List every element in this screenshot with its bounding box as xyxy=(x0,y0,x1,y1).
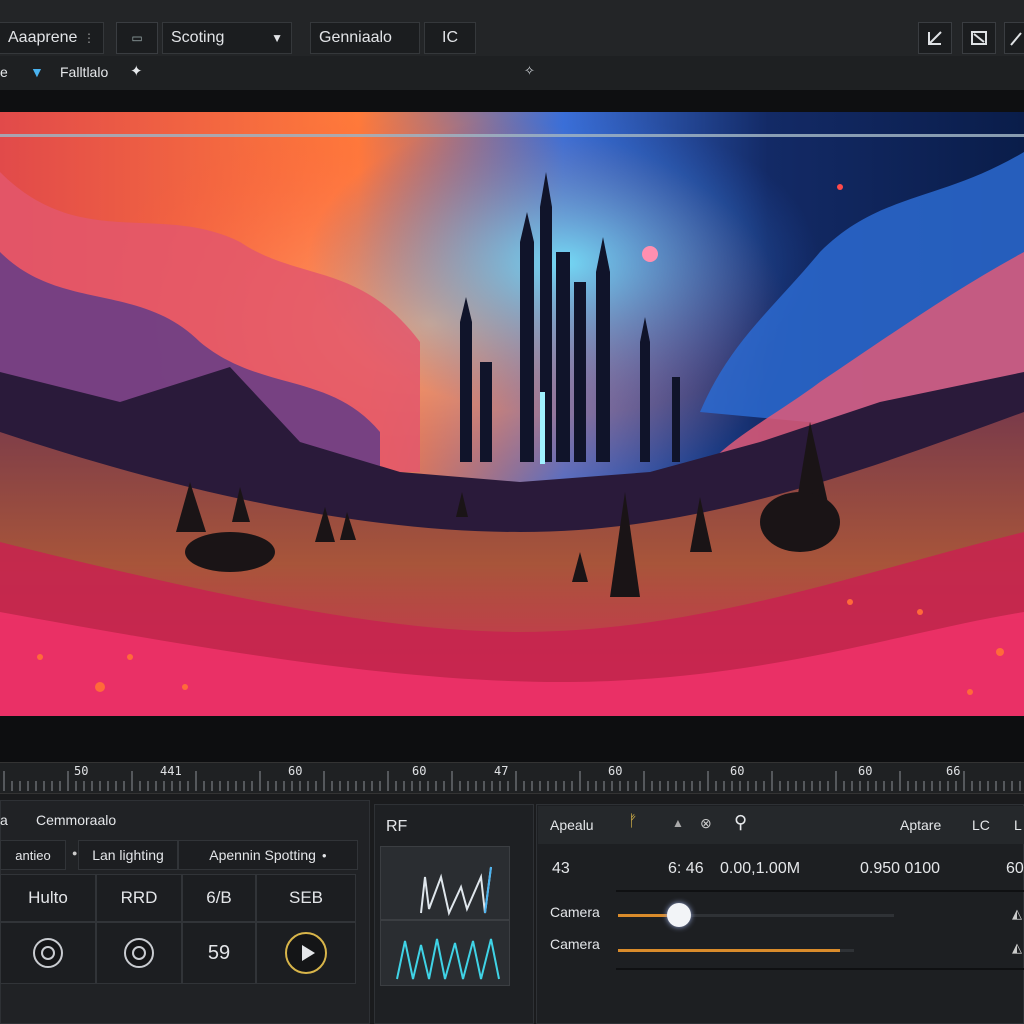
tab-auto[interactable]: antieo xyxy=(0,840,66,870)
eye-icon[interactable]: ⊗ xyxy=(700,815,712,832)
waveform-bottom-graph xyxy=(396,938,500,980)
tab-auto-label: antieo xyxy=(15,847,51,863)
waveform-bottom xyxy=(380,920,510,986)
filter-button[interactable]: Falltlalo xyxy=(60,64,108,80)
grid-header-2: RRD xyxy=(96,874,182,922)
dot-icon: ● xyxy=(321,850,327,860)
ruler-label: 60 xyxy=(608,764,623,778)
crop-icon xyxy=(928,31,942,45)
slider-1-label: Camera xyxy=(550,904,600,920)
grid-header-3-label: 6/B xyxy=(206,888,232,907)
subbar-left-label: e xyxy=(0,64,8,80)
tab-lighting[interactable]: Lan lighting xyxy=(78,840,178,870)
ruler-label: 60 xyxy=(412,764,427,778)
divider xyxy=(616,968,1024,970)
waveform-top-graph xyxy=(420,866,492,917)
record-button[interactable] xyxy=(33,938,63,968)
tab-lighting-label: Lan lighting xyxy=(92,847,164,863)
pin-icon[interactable]: ⚲ xyxy=(734,812,747,833)
viewport-frame-bottom xyxy=(0,716,1024,762)
brush-icon[interactable]: ᚠ xyxy=(628,813,638,831)
ruler-label: 60 xyxy=(858,764,873,778)
grid-header-3: 6/B xyxy=(182,874,256,922)
viewport-canvas[interactable] xyxy=(0,112,1024,716)
more-icon: ⋮ xyxy=(83,31,95,45)
triangle-icon[interactable]: ▲ xyxy=(672,816,684,830)
grid-header-1: Hulto xyxy=(0,874,96,922)
settings-tool-button[interactable] xyxy=(1004,22,1024,54)
camera-icon-button[interactable]: ▭ xyxy=(116,22,158,54)
ruler-label: 47 xyxy=(494,764,509,778)
app-name-field[interactable]: Aaaprene ⋮ xyxy=(0,22,104,54)
viewport-frame-top xyxy=(0,90,1024,112)
triangle-down-icon[interactable]: ▼ xyxy=(30,64,44,80)
keyframe-icon[interactable]: ◭ xyxy=(1012,940,1022,956)
tab-mode[interactable]: Genniaalo xyxy=(310,22,420,54)
frame-tool-button[interactable] xyxy=(962,22,996,54)
slider-1-thumb[interactable] xyxy=(666,903,691,927)
value-mid: 6: 46 xyxy=(668,860,704,877)
crop-tool-button[interactable] xyxy=(918,22,952,54)
value-left: 43 xyxy=(552,860,570,877)
grid-cell-2 xyxy=(96,922,182,984)
tab-zoom[interactable]: IC xyxy=(424,22,476,54)
parameter-panel-title: Apealu xyxy=(550,817,594,833)
rf-panel-title: RF xyxy=(386,818,408,835)
panel-title: Cemmoraalo xyxy=(36,812,117,828)
dot-icon: ● xyxy=(72,848,78,858)
parameter-panel-header xyxy=(538,806,1024,844)
aptare-label: Aptare xyxy=(900,817,942,833)
grid-header-2-label: RRD xyxy=(120,888,158,907)
ruler-label: 50 xyxy=(74,764,89,778)
preset-select-value: Scoting xyxy=(171,29,225,46)
tab-mode-label: Genniaalo xyxy=(319,29,392,46)
value-readout: 59 xyxy=(207,941,231,964)
camera-icon: ▭ xyxy=(131,31,143,45)
grid-cell-1 xyxy=(0,922,96,984)
fantasy-landscape-image xyxy=(0,112,1024,716)
chevron-down-icon: ▼ xyxy=(271,31,283,45)
value-far: 60 xyxy=(1006,860,1024,877)
value-mid-2: 0.00,1.00M xyxy=(720,860,801,877)
grid-header-4: SEB xyxy=(256,874,356,922)
grid-cell-3: 59 xyxy=(182,922,256,984)
ruler-label: 60 xyxy=(730,764,745,778)
ruler-label: 441 xyxy=(160,764,182,778)
tab-zoom-label: IC xyxy=(442,29,458,46)
cursor-icon[interactable]: ✧ xyxy=(524,63,535,79)
ruler-label: 66 xyxy=(946,764,961,778)
preset-select[interactable]: Scoting ▼ xyxy=(162,22,292,54)
app-name: Aaaprene xyxy=(8,29,78,46)
tab-spotting-label: Apennin Spotting xyxy=(209,847,316,863)
waveform-top xyxy=(380,846,510,920)
grid-header-1-label: Hulto xyxy=(28,888,68,907)
wrench-icon xyxy=(1010,32,1022,46)
guide-line xyxy=(0,134,1024,137)
keyframe-icon[interactable]: ◭ xyxy=(1012,906,1022,922)
play-button[interactable] xyxy=(285,932,327,974)
value-right: 0.950 0100 xyxy=(860,860,941,877)
grid-cell-4 xyxy=(256,922,356,984)
slider-2-label: Camera xyxy=(550,936,600,952)
tab-spotting[interactable]: Apennin Spotting ● xyxy=(178,840,358,870)
code-label: LC xyxy=(972,817,990,833)
slider-2-fill xyxy=(618,949,840,952)
grid-header-4-label: SEB xyxy=(288,888,324,907)
magic-wand-icon[interactable]: ✦ xyxy=(130,62,143,80)
divider xyxy=(616,890,1024,892)
frame-icon xyxy=(971,31,987,45)
panel-title-prefix: a xyxy=(0,812,8,828)
secondary-toolbar xyxy=(0,56,1024,92)
ruler-label: 60 xyxy=(288,764,303,778)
target-button[interactable] xyxy=(124,938,154,968)
code-label-2: L xyxy=(1014,817,1022,833)
